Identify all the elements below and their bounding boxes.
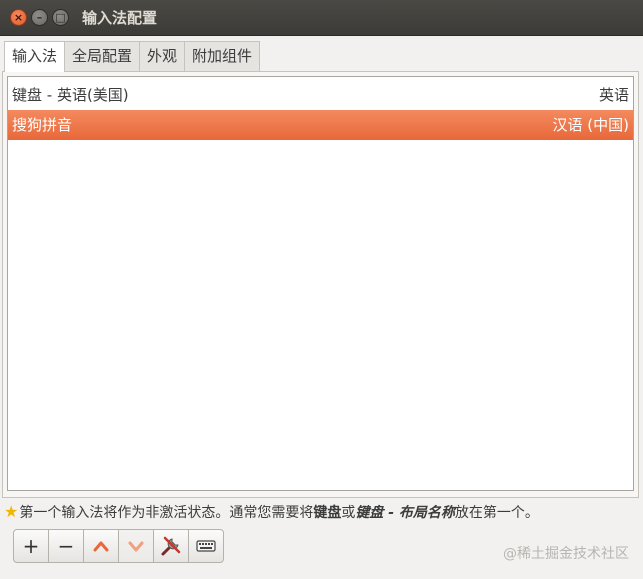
keyboard-layout-button[interactable] — [188, 529, 224, 563]
input-method-list[interactable]: 键盘 - 英语(美国) 英语 搜狗拼音 汉语 (中国) — [7, 76, 634, 491]
remove-button[interactable]: − — [48, 529, 84, 563]
hint-part: 第一个输入法将作为非激活状态。通常您需要将 — [19, 505, 314, 521]
configure-icon — [161, 536, 181, 556]
move-down-button[interactable] — [118, 529, 154, 563]
add-button[interactable]: + — [13, 529, 49, 563]
chevron-down-icon — [128, 541, 144, 552]
tab-bar: 输入法 全局配置 外观 附加组件 — [4, 41, 261, 72]
hint-part: 或 — [341, 505, 356, 521]
chevron-up-icon — [93, 541, 109, 552]
configure-button[interactable] — [153, 529, 189, 563]
star-icon: ★ — [4, 502, 19, 521]
window-minimize-button[interactable]: – — [31, 9, 48, 26]
window-maximize-button[interactable]: □ — [52, 9, 69, 26]
input-method-language: 汉语 (中国) — [552, 116, 629, 134]
move-up-button[interactable] — [83, 529, 119, 563]
input-method-name: 搜狗拼音 — [12, 116, 73, 134]
list-item-selected[interactable]: 搜狗拼音 汉语 (中国) — [8, 110, 633, 140]
hint-part: 放在第一个。 — [454, 505, 539, 521]
tab-addons[interactable]: 附加组件 — [184, 41, 261, 71]
toolbar: + − — [13, 529, 224, 563]
input-method-panel: 键盘 - 英语(美国) 英语 搜狗拼音 汉语 (中国) — [2, 71, 639, 498]
window-titlebar: × – □ 输入法配置 — [0, 0, 643, 36]
window-title: 输入法配置 — [82, 9, 158, 27]
tab-appearance[interactable]: 外观 — [139, 41, 186, 71]
hint-bold-keyboard: 键盘 — [313, 505, 342, 521]
tab-global-config[interactable]: 全局配置 — [64, 41, 141, 71]
watermark: @稀土掘金技术社区 — [503, 546, 629, 562]
window-close-button[interactable]: × — [10, 9, 27, 26]
input-method-language: 英语 — [598, 86, 629, 104]
input-method-name: 键盘 - 英语(美国) — [12, 86, 129, 104]
list-item[interactable]: 键盘 - 英语(美国) 英语 — [8, 80, 633, 110]
hint-bold-layout: 键盘 - 布局名称 — [355, 505, 455, 521]
tab-input-method[interactable]: 输入法 — [4, 41, 66, 72]
keyboard-layout-icon — [196, 540, 216, 552]
hint-text: ★第一个输入法将作为非激活状态。通常您需要将键盘或键盘 - 布局名称放在第一个。 — [4, 501, 639, 523]
